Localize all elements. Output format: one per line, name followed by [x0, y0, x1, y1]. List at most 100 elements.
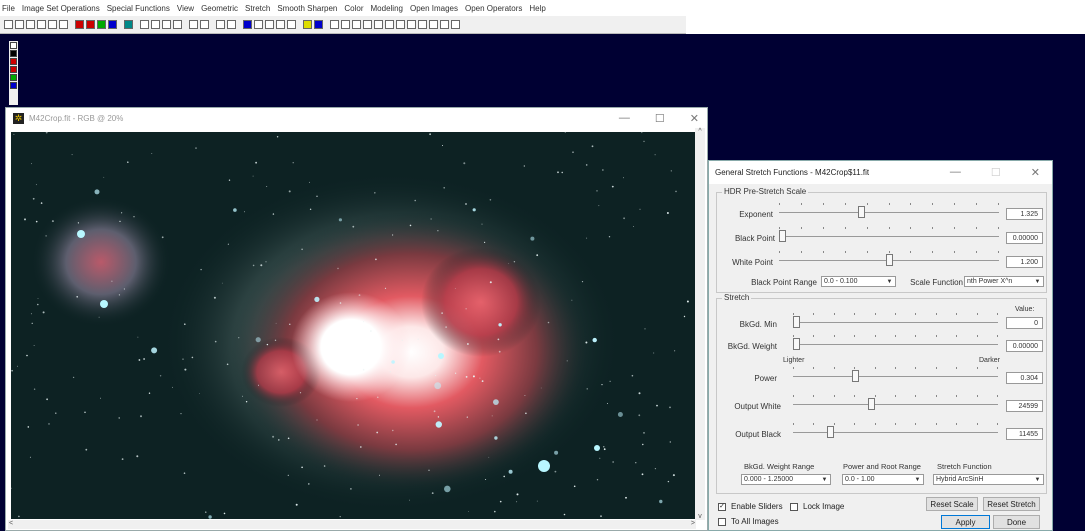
slider-track[interactable]: [793, 376, 998, 377]
menu-item-help[interactable]: Help: [529, 4, 545, 13]
menu-item-view[interactable]: View: [177, 4, 194, 13]
black-point-slider[interactable]: [779, 227, 999, 243]
toolbar-tool-icon[interactable]: [254, 20, 263, 29]
tool-icon[interactable]: [10, 58, 17, 65]
exponent-slider[interactable]: [779, 203, 999, 219]
toolbar-tool-icon[interactable]: [97, 20, 106, 29]
menu-item-special-functions[interactable]: Special Functions: [107, 4, 170, 13]
menu-item-stretch[interactable]: Stretch: [245, 4, 270, 13]
toolbar-tool-icon[interactable]: [227, 20, 236, 29]
bkgd-weight-range-select[interactable]: 0.000 - 1.25000 ▼: [741, 474, 831, 485]
toolbar-tool-icon[interactable]: [189, 20, 198, 29]
slider-track[interactable]: [793, 322, 998, 323]
bkgd-weight-value[interactable]: 0.00000: [1006, 340, 1043, 352]
slider-thumb[interactable]: [858, 206, 865, 218]
scale-function-select[interactable]: nth Power X^n ▼: [964, 276, 1044, 287]
toolbar-tool-icon[interactable]: [385, 20, 394, 29]
white-point-value[interactable]: 1.200: [1006, 256, 1043, 268]
slider-track[interactable]: [779, 236, 999, 237]
close-icon[interactable]: ✕: [690, 112, 699, 125]
toolbar-tool-icon[interactable]: [451, 20, 460, 29]
toolbar-tool-icon[interactable]: [216, 20, 225, 29]
black-point-value[interactable]: 0.00000: [1006, 232, 1043, 244]
output-black-value[interactable]: 11455: [1006, 428, 1043, 440]
tool-icon[interactable]: [10, 50, 17, 57]
output-black-slider[interactable]: [793, 423, 998, 439]
toolbar-tool-icon[interactable]: [314, 20, 323, 29]
exponent-value[interactable]: 1.325: [1006, 208, 1043, 220]
slider-thumb[interactable]: [793, 338, 800, 350]
to-all-images-checkbox[interactable]: To All Images: [718, 517, 779, 526]
slider-thumb[interactable]: [852, 370, 859, 382]
toolbar-tool-icon[interactable]: [15, 20, 24, 29]
toolbar-tool-icon[interactable]: [75, 20, 84, 29]
nebula-image[interactable]: [11, 132, 696, 519]
toolbar-tool-icon[interactable]: [37, 20, 46, 29]
maximize-icon[interactable]: ☐: [991, 166, 1001, 179]
toolbar-tool-icon[interactable]: [108, 20, 117, 29]
image-window-titlebar[interactable]: ✲ M42Crop.fit - RGB @ 20% — ☐ ✕: [6, 108, 707, 128]
menu-item-color[interactable]: Color: [344, 4, 363, 13]
slider-thumb[interactable]: [827, 426, 834, 438]
menu-item-geometric[interactable]: Geometric: [201, 4, 238, 13]
toolbar-tool-icon[interactable]: [162, 20, 171, 29]
output-white-slider[interactable]: [793, 395, 998, 411]
power-value[interactable]: 0.304: [1006, 372, 1043, 384]
toolbar-tool-icon[interactable]: [287, 20, 296, 29]
toolbar-tool-icon[interactable]: [59, 20, 68, 29]
enable-sliders-checkbox[interactable]: ✓ Enable Sliders: [718, 502, 783, 511]
menu-item-modeling[interactable]: Modeling: [371, 4, 403, 13]
toolbar-tool-icon[interactable]: [363, 20, 372, 29]
toolbar-tool-icon[interactable]: [26, 20, 35, 29]
dialog-titlebar[interactable]: General Stretch Functions - M42Crop$11.f…: [709, 161, 1052, 184]
bkgd-weight-slider[interactable]: [793, 335, 998, 351]
slider-thumb[interactable]: [868, 398, 875, 410]
slider-track[interactable]: [779, 212, 999, 213]
toolbar-tool-icon[interactable]: [4, 20, 13, 29]
toolbar-tool-icon[interactable]: [330, 20, 339, 29]
menu-item-open-images[interactable]: Open Images: [410, 4, 458, 13]
close-icon[interactable]: ✕: [1031, 166, 1040, 179]
done-button[interactable]: Done: [993, 515, 1040, 529]
bkgd-min-value[interactable]: 0: [1006, 317, 1043, 329]
slider-track[interactable]: [793, 404, 998, 405]
toolbar-tool-icon[interactable]: [352, 20, 361, 29]
toolbar-tool-icon[interactable]: [440, 20, 449, 29]
reset-stretch-button[interactable]: Reset Stretch: [983, 497, 1040, 511]
horizontal-scrollbar[interactable]: < >: [8, 520, 696, 529]
slider-track[interactable]: [793, 344, 998, 345]
toolbar-tool-icon[interactable]: [374, 20, 383, 29]
tool-icon[interactable]: [10, 74, 17, 81]
toolbar-tool-icon[interactable]: [396, 20, 405, 29]
stretch-function-select[interactable]: Hybrid ArcSinH ▼: [933, 474, 1044, 485]
maximize-icon[interactable]: ☐: [655, 112, 665, 125]
toolbar-tool-icon[interactable]: [86, 20, 95, 29]
power-root-range-select[interactable]: 0.0 - 1.00 ▼: [842, 474, 924, 485]
white-point-slider[interactable]: [779, 251, 999, 267]
minimize-icon[interactable]: —: [950, 166, 961, 179]
toolbar-tool-icon[interactable]: [341, 20, 350, 29]
bkgd-min-slider[interactable]: [793, 313, 998, 329]
toolbar-tool-icon[interactable]: [151, 20, 160, 29]
slider-thumb[interactable]: [886, 254, 893, 266]
power-slider[interactable]: [793, 367, 998, 383]
reset-scale-button[interactable]: Reset Scale: [926, 497, 978, 511]
tool-icon[interactable]: [10, 66, 17, 73]
menu-item-open-operators[interactable]: Open Operators: [465, 4, 522, 13]
toolbar-tool-icon[interactable]: [48, 20, 57, 29]
menu-item-image-set-operations[interactable]: Image Set Operations: [22, 4, 100, 13]
toolbar-tool-icon[interactable]: [418, 20, 427, 29]
toolbar-tool-icon[interactable]: [124, 20, 133, 29]
output-white-value[interactable]: 24599: [1006, 400, 1043, 412]
toolbar-tool-icon[interactable]: [429, 20, 438, 29]
slider-thumb[interactable]: [793, 316, 800, 328]
toolbar-tool-icon[interactable]: [243, 20, 252, 29]
slider-thumb[interactable]: [779, 230, 786, 242]
toolbar-tool-icon[interactable]: [407, 20, 416, 29]
slider-track[interactable]: [793, 432, 998, 433]
toolbar-tool-icon[interactable]: [265, 20, 274, 29]
minimize-icon[interactable]: —: [619, 112, 630, 125]
menu-item-smooth-sharpen[interactable]: Smooth Sharpen: [277, 4, 337, 13]
black-point-range-select[interactable]: 0.0 - 0.100 ▼: [821, 276, 896, 287]
vertical-scrollbar[interactable]: ^ v: [695, 128, 705, 520]
